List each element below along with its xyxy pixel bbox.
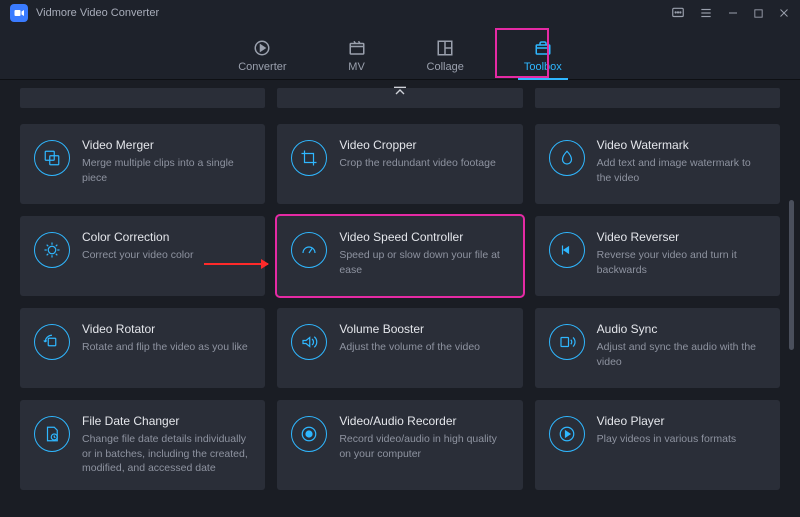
scrollbar-thumb[interactable] xyxy=(789,200,794,350)
titlebar: Vidmore Video Converter xyxy=(0,0,800,26)
card-title: Video Rotator xyxy=(82,322,251,336)
annotation-arrow xyxy=(204,263,268,265)
card-desc: Reverse your video and turn it backwards xyxy=(597,248,766,277)
tab-collage[interactable]: Collage xyxy=(427,39,464,79)
tab-label: Converter xyxy=(238,61,286,73)
app-logo xyxy=(10,4,28,22)
card-title: Video Player xyxy=(597,414,766,428)
recorder-icon xyxy=(291,416,327,452)
app-title: Vidmore Video Converter xyxy=(36,7,671,19)
card-video-reverser[interactable]: Video Reverser Reverse your video and tu… xyxy=(535,216,780,296)
card-title: Video Speed Controller xyxy=(339,230,508,244)
maximize-icon[interactable] xyxy=(753,8,764,19)
card-color-correction[interactable]: Color Correction Correct your video colo… xyxy=(20,216,265,296)
speed-icon xyxy=(291,232,327,268)
card-desc: Adjust and sync the audio with the video xyxy=(597,340,766,369)
card-desc: Add text and image watermark to the vide… xyxy=(597,156,766,185)
merger-icon xyxy=(34,140,70,176)
toolbox-content: Video Merger Merge multiple clips into a… xyxy=(0,80,800,517)
card-title: Video Reverser xyxy=(597,230,766,244)
volume-icon xyxy=(291,324,327,360)
card-desc: Adjust the volume of the video xyxy=(339,340,508,355)
tab-label: MV xyxy=(348,61,365,73)
feedback-icon[interactable] xyxy=(671,6,685,20)
window-controls xyxy=(671,6,790,20)
watermark-icon xyxy=(549,140,585,176)
close-icon[interactable] xyxy=(778,7,790,19)
toolbox-grid: Video Merger Merge multiple clips into a… xyxy=(20,124,780,490)
card-video-watermark[interactable]: Video Watermark Add text and image water… xyxy=(535,124,780,204)
card-title: File Date Changer xyxy=(82,414,251,428)
card-title: Audio Sync xyxy=(597,322,766,336)
tab-mv[interactable]: MV xyxy=(347,39,367,79)
card-video-cropper[interactable]: Video Cropper Crop the redundant video f… xyxy=(277,124,522,204)
card-title: Color Correction xyxy=(82,230,251,244)
card-video-player[interactable]: Video Player Play videos in various form… xyxy=(535,400,780,490)
card-video-rotator[interactable]: Video Rotator Rotate and flip the video … xyxy=(20,308,265,388)
scroll-up-icon[interactable] xyxy=(392,85,408,102)
reverser-icon xyxy=(549,232,585,268)
menu-icon[interactable] xyxy=(699,6,713,20)
card-desc: Play videos in various formats xyxy=(597,432,766,447)
partial-card[interactable] xyxy=(535,88,780,108)
card-audio-sync[interactable]: Audio Sync Adjust and sync the audio wit… xyxy=(535,308,780,388)
card-desc: Merge multiple clips into a single piece xyxy=(82,156,251,185)
tab-label: Toolbox xyxy=(524,61,562,73)
card-video-merger[interactable]: Video Merger Merge multiple clips into a… xyxy=(20,124,265,204)
filedate-icon xyxy=(34,416,70,452)
card-desc: Correct your video color xyxy=(82,248,251,263)
minimize-icon[interactable] xyxy=(727,7,739,19)
card-video-speed-controller[interactable]: Video Speed Controller Speed up or slow … xyxy=(277,216,522,296)
tab-label: Collage xyxy=(427,61,464,73)
card-desc: Record video/audio in high quality on yo… xyxy=(339,432,508,461)
card-desc: Speed up or slow down your file at ease xyxy=(339,248,508,277)
partial-card[interactable] xyxy=(20,88,265,108)
audiosync-icon xyxy=(549,324,585,360)
card-title: Video/Audio Recorder xyxy=(339,414,508,428)
card-desc: Change file date details individually or… xyxy=(82,432,251,476)
color-icon xyxy=(34,232,70,268)
card-title: Video Watermark xyxy=(597,138,766,152)
card-title: Video Cropper xyxy=(339,138,508,152)
card-desc: Crop the redundant video footage xyxy=(339,156,508,171)
card-video-audio-recorder[interactable]: Video/Audio Recorder Record video/audio … xyxy=(277,400,522,490)
rotator-icon xyxy=(34,324,70,360)
card-title: Volume Booster xyxy=(339,322,508,336)
cropper-icon xyxy=(291,140,327,176)
main-tabs: Converter MV Collage Toolbox xyxy=(0,26,800,80)
card-desc: Rotate and flip the video as you like xyxy=(82,340,251,355)
tab-converter[interactable]: Converter xyxy=(238,39,286,79)
player-icon xyxy=(549,416,585,452)
card-file-date-changer[interactable]: File Date Changer Change file date detai… xyxy=(20,400,265,490)
tab-toolbox[interactable]: Toolbox xyxy=(524,39,562,79)
card-title: Video Merger xyxy=(82,138,251,152)
card-volume-booster[interactable]: Volume Booster Adjust the volume of the … xyxy=(277,308,522,388)
